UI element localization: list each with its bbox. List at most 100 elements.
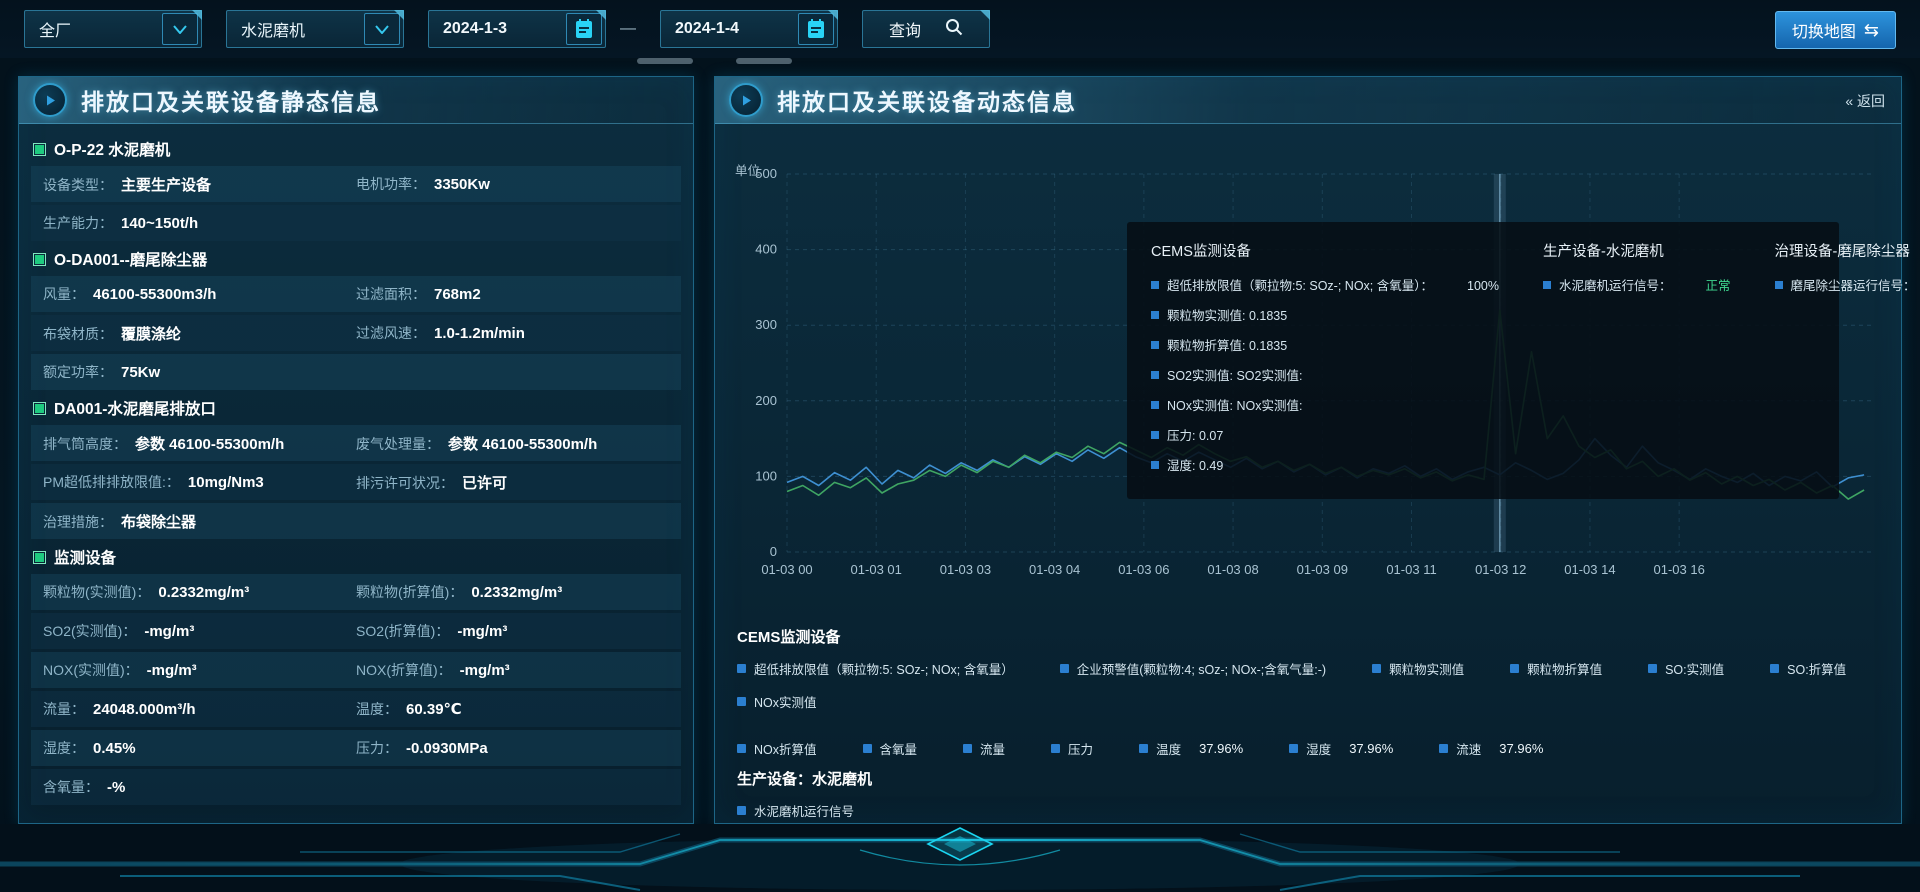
legend-item[interactable]: NOx实测值: [737, 692, 817, 711]
field-label: 颗粒物(折算值)：: [356, 582, 463, 602]
field-value: 覆膜涤纶: [121, 323, 181, 344]
date-end-value: 2024-1-4: [675, 20, 739, 38]
legend-item[interactable]: SO:实测值: [1648, 659, 1724, 678]
series-marker-icon: [737, 697, 746, 706]
info-cell: 风量：46100-55300m3/h: [43, 284, 356, 304]
field-value: -%: [107, 779, 125, 796]
legend-item[interactable]: 超低排放限值（颗拉物:5: SOz-; NOx; 含氧量）: [737, 659, 1014, 678]
field-label: 额定功率：: [43, 362, 113, 382]
field-label: 湿度：: [43, 738, 85, 758]
tooltip-item-text: 水泥磨机运行信号：: [1559, 275, 1672, 294]
svg-text:01-03 03: 01-03 03: [940, 562, 991, 577]
chevron-down-icon[interactable]: [162, 13, 198, 45]
legend-item[interactable]: NOx折算值: [737, 739, 817, 758]
tooltip-item-text: 湿度: 0.49: [1167, 455, 1223, 474]
svg-text:200: 200: [755, 393, 777, 408]
scrollbar-thumb[interactable]: [736, 58, 792, 64]
svg-text:01-03 04: 01-03 04: [1029, 562, 1080, 577]
svg-text:01-03 12: 01-03 12: [1475, 562, 1526, 577]
field-label: 排污许可状况：: [356, 473, 454, 493]
calendar-icon[interactable]: [566, 13, 602, 45]
tooltip-item-text: 压力: 0.07: [1167, 425, 1223, 444]
legend-item[interactable]: 湿度37.96%: [1289, 739, 1393, 758]
device-select[interactable]: 水泥磨机: [226, 10, 404, 48]
series-marker-icon: [963, 744, 972, 753]
tooltip-item-text: 超低排放限值（颗拉物:5: SOz-; NOx; 含氧量）：: [1167, 275, 1433, 294]
section-header: DA001-水泥磨尾排放口: [35, 393, 681, 423]
svg-text:01-03 16: 01-03 16: [1653, 562, 1704, 577]
series-marker-icon: [1151, 341, 1159, 349]
series-marker-icon: [1439, 744, 1448, 753]
scrollbar-thumb[interactable]: [637, 58, 693, 64]
info-cell: 额定功率：75Kw: [43, 362, 669, 382]
date-start-input[interactable]: 2024-1-3: [428, 10, 606, 48]
legend-item[interactable]: 颗粒物实测值: [1372, 659, 1464, 678]
legend-item[interactable]: 含氧量: [863, 739, 918, 758]
tooltip-item: 颗粒物实测值: 0.1835: [1151, 305, 1499, 324]
info-cell: 压力：-0.0930MPa: [356, 738, 669, 758]
tooltip-item-text: 颗粒物折算值: 0.1835: [1167, 335, 1287, 354]
legend-item-value: 37.96%: [1199, 741, 1243, 756]
info-cell: 治理措施：布袋除尘器: [43, 511, 669, 532]
info-cell: 颗粒物(折算值)：0.2332mg/m³: [356, 582, 669, 602]
field-value: 0.45%: [93, 740, 136, 757]
legend-item[interactable]: 水泥磨机运行信号: [737, 801, 854, 820]
dynamic-panel-title: 排放口及关联设备动态信息: [777, 83, 1077, 117]
field-label: PM超低排排放限值:：: [43, 472, 180, 492]
field-value: 已许可: [462, 472, 507, 493]
field-label: 排气筒高度：: [43, 434, 127, 454]
switch-map-button[interactable]: 切换地图 ⇆: [1775, 11, 1896, 49]
legend-item-label: 水泥磨机运行信号: [754, 801, 854, 820]
date-range-separator: —: [620, 20, 636, 38]
field-label: 流量：: [43, 699, 85, 719]
field-value: 24048.000m³/h: [93, 701, 196, 718]
legend-row: 超低排放限值（颗拉物:5: SOz-; NOx; 含氧量） 企业预警值(颗粒物:4…: [737, 659, 1877, 758]
field-value: 参数 46100-55300m/h: [135, 433, 284, 454]
series-marker-icon: [863, 744, 872, 753]
svg-text:01-03 14: 01-03 14: [1564, 562, 1615, 577]
tooltip-column-title: 治理设备-磨尾除尘器: [1775, 240, 1920, 261]
field-label: 设备类型：: [43, 175, 113, 195]
field-label: SO2(折算值)：: [356, 621, 449, 641]
series-marker-icon: [1151, 371, 1159, 379]
factory-select[interactable]: 全厂: [24, 10, 202, 48]
section-title: DA001-水泥磨尾排放口: [54, 397, 216, 419]
status-badge: 正常: [1706, 275, 1731, 294]
field-label: 电机功率：: [356, 174, 426, 194]
factory-select-value: 全厂: [39, 17, 71, 41]
legend-item[interactable]: 企业预警值(颗粒物:4; sOz-; NOx-;含氧气量:-): [1060, 659, 1326, 678]
legend-item-label: 湿度: [1306, 739, 1331, 758]
play-icon: [33, 83, 67, 117]
field-label: 生产能力：: [43, 213, 113, 233]
back-link[interactable]: « 返回: [1845, 91, 1885, 111]
section-header: 监测设备: [35, 542, 681, 572]
field-label: 含氧量：: [43, 777, 99, 797]
info-row: NOX(实测值)：-mg/m³NOX(折算值)：-mg/m³: [31, 652, 681, 688]
field-value: 3350Kw: [434, 176, 490, 193]
info-cell: 过滤面积：768m2: [356, 284, 669, 304]
chart-tooltip: CEMS监测设备超低排放限值（颗拉物:5: SOz-; NOx; 含氧量）：10…: [1127, 222, 1839, 499]
legend-item-label: 颗粒物实测值: [1389, 659, 1464, 678]
field-value: -mg/m³: [144, 623, 194, 640]
info-row: 颗粒物(实测值)：0.2332mg/m³颗粒物(折算值)：0.2332mg/m³: [31, 574, 681, 610]
query-button[interactable]: 查询: [862, 10, 990, 48]
legend-item[interactable]: 流量: [963, 739, 1005, 758]
legend-item[interactable]: 温度37.96%: [1139, 739, 1243, 758]
legend-item[interactable]: 压力: [1051, 739, 1093, 758]
series-marker-icon: [1051, 744, 1060, 753]
legend-item[interactable]: 流速37.96%: [1439, 739, 1543, 758]
legend-item[interactable]: SO:折算值: [1770, 659, 1846, 678]
svg-text:01-03 11: 01-03 11: [1386, 562, 1436, 577]
field-value: 1.0-1.2m/min: [434, 325, 525, 342]
top-toolbar: 全厂 水泥磨机 2024-1-3 — 2024-1-4 查询 切换地图 ⇆: [0, 0, 1920, 58]
info-row: 生产能力：140~150t/h: [31, 205, 681, 241]
legend-item-value: 37.96%: [1499, 741, 1543, 756]
legend-item[interactable]: 颗粒物折算值: [1510, 659, 1602, 678]
calendar-icon[interactable]: [798, 13, 834, 45]
series-marker-icon: [1770, 664, 1779, 673]
tooltip-item: SO2实测值: SO2实测值:: [1151, 365, 1499, 384]
series-marker-icon: [1372, 664, 1381, 673]
info-cell: 流量： 24048.000m³/h: [43, 699, 356, 719]
date-end-input[interactable]: 2024-1-4: [660, 10, 838, 48]
chevron-down-icon[interactable]: [364, 13, 400, 45]
